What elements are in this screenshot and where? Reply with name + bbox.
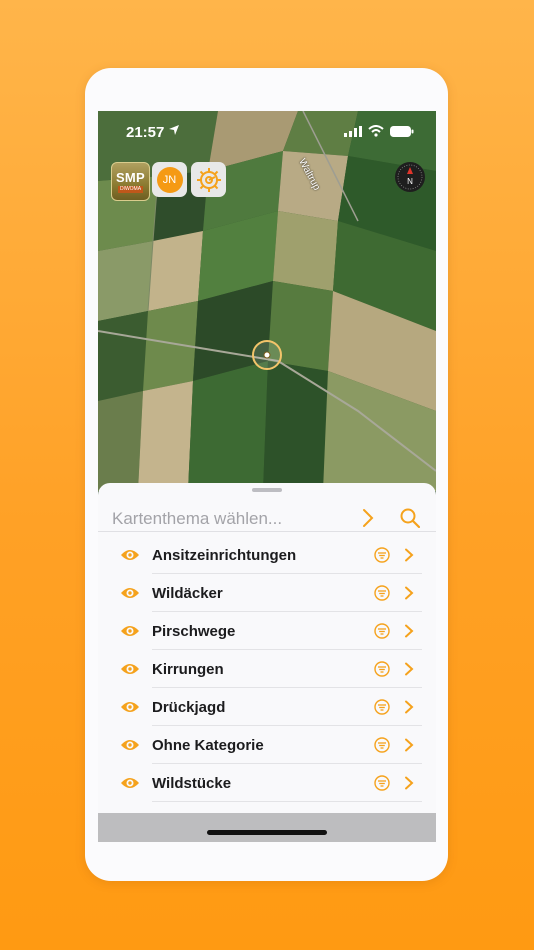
filter-icon[interactable] — [374, 661, 390, 677]
eye-icon[interactable] — [120, 586, 140, 600]
chevron-right-icon[interactable] — [404, 548, 414, 562]
location-arrow-icon — [169, 125, 179, 135]
gear-icon — [196, 167, 221, 192]
list-item-label: Drückjagd — [152, 699, 226, 716]
list-item-label: Ansitzeinrichtungen — [152, 547, 297, 564]
list-item[interactable]: Wildäcker — [98, 574, 436, 612]
list-item[interactable]: Ansitzeinrichtungen — [98, 536, 436, 574]
status-time: 21:57 — [126, 124, 165, 141]
filter-icon[interactable] — [374, 585, 390, 601]
theme-list: Ansitzeinrichtungen Wildäcker Pirschwege… — [98, 536, 436, 802]
list-item-label: Pirschwege — [152, 623, 236, 640]
list-item-label: Wildstücke — [152, 775, 232, 792]
chevron-right-icon[interactable] — [404, 738, 414, 752]
filter-icon[interactable] — [374, 623, 390, 639]
chevron-right-icon[interactable] — [361, 508, 375, 528]
signal-icon — [344, 125, 362, 137]
app-logo-text: SMP — [115, 169, 146, 185]
list-item-label: Ohne Kategorie — [152, 737, 264, 754]
eye-icon[interactable] — [120, 662, 140, 676]
chevron-right-icon[interactable] — [404, 624, 414, 638]
eye-icon[interactable] — [120, 700, 140, 714]
chevron-right-icon[interactable] — [404, 700, 414, 714]
list-item[interactable]: Drückjagd — [98, 688, 436, 726]
eye-icon[interactable] — [120, 624, 140, 638]
map-theme-sheet: Kartenthema wählen... Ansitzeinrichtunge… — [98, 483, 436, 813]
filter-icon[interactable] — [374, 737, 390, 753]
compass-north-label: N — [407, 177, 413, 186]
chevron-right-icon[interactable] — [404, 586, 414, 600]
row-divider — [152, 801, 422, 802]
theme-search-placeholder[interactable]: Kartenthema wählen... — [112, 509, 282, 529]
settings-button[interactable] — [191, 162, 226, 197]
list-item-label: Kirrungen — [152, 661, 224, 678]
avatar: JN — [156, 166, 183, 193]
app-logo-subtext: DIWOMA — [117, 185, 144, 193]
app-logo[interactable]: SMP DIWOMA — [111, 162, 150, 201]
compass-icon: N — [397, 164, 423, 190]
compass-button[interactable]: N — [395, 162, 425, 192]
profile-button[interactable]: JN — [152, 162, 187, 197]
location-marker-icon[interactable] — [251, 339, 283, 371]
filter-icon[interactable] — [374, 775, 390, 791]
wifi-icon — [368, 125, 384, 137]
list-item[interactable]: Kirrungen — [98, 650, 436, 688]
list-item[interactable]: Ohne Kategorie — [98, 726, 436, 764]
chevron-right-icon[interactable] — [404, 776, 414, 790]
eye-icon[interactable] — [120, 776, 140, 790]
filter-icon[interactable] — [374, 699, 390, 715]
list-item-label: Wildäcker — [152, 585, 223, 602]
app-screen: 21:57 Waltrup SMP DIWOMA JN N Kartenthem… — [98, 111, 436, 842]
eye-icon[interactable] — [120, 548, 140, 562]
filter-icon[interactable] — [374, 547, 390, 563]
sheet-grabber[interactable] — [252, 488, 282, 492]
list-item[interactable]: Wildstücke — [98, 764, 436, 802]
theme-search-bar[interactable]: Kartenthema wählen... — [98, 495, 436, 532]
home-indicator[interactable] — [207, 830, 327, 835]
battery-icon — [390, 125, 414, 137]
list-item[interactable]: Pirschwege — [98, 612, 436, 650]
status-indicators — [344, 125, 414, 137]
chevron-right-icon[interactable] — [404, 662, 414, 676]
search-icon[interactable] — [400, 508, 420, 528]
eye-icon[interactable] — [120, 738, 140, 752]
bottom-bar — [98, 813, 436, 842]
